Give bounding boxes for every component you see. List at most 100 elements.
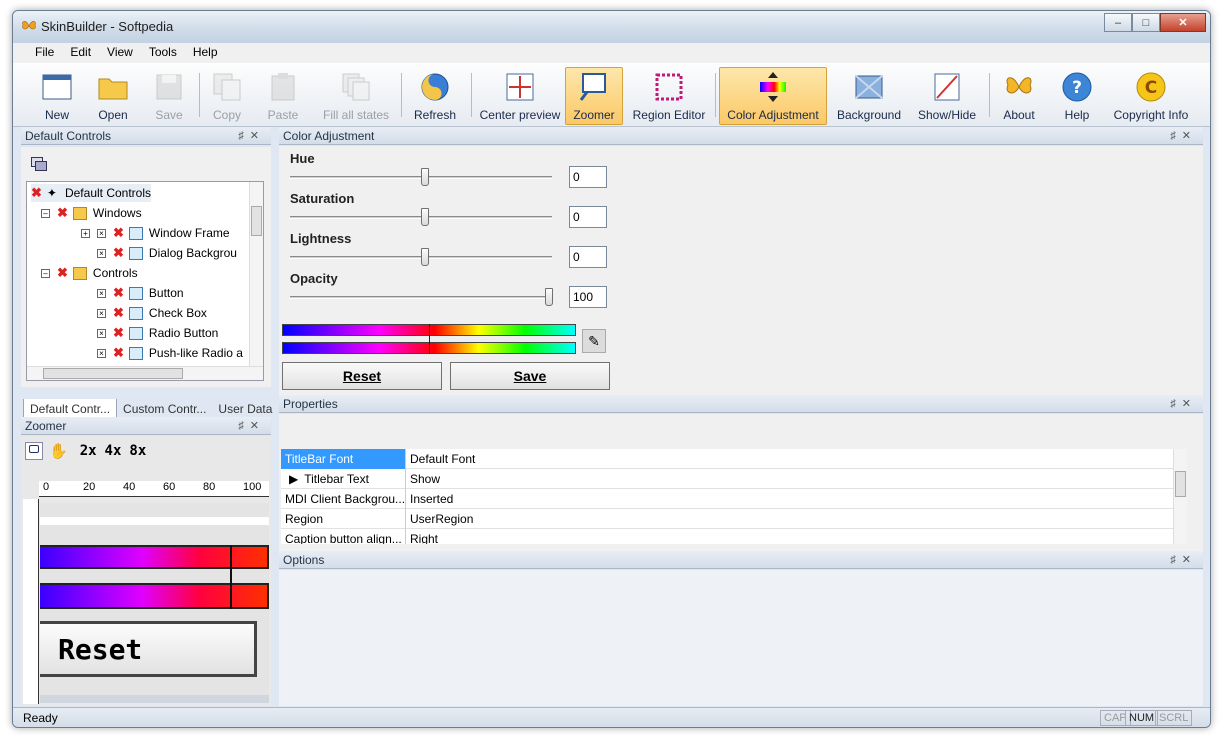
copyright-info-toolbar-button[interactable]: C Copyright Info [1109, 67, 1193, 125]
property-row[interactable]: MDI Client Backgrou... Inserted [281, 489, 1187, 509]
property-row[interactable]: Region UserRegion [281, 509, 1187, 529]
remove-x-icon[interactable]: ✖ [113, 245, 124, 261]
collapse-icon[interactable]: – [41, 208, 50, 218]
pin-close-icons[interactable]: ♯✕ [1170, 129, 1197, 142]
close-button[interactable]: ✕ [1160, 13, 1206, 32]
region-editor-toolbar-button[interactable]: Region Editor [627, 67, 711, 125]
fill-all-states-toolbar-button[interactable]: Fill all states [319, 67, 393, 125]
tree-toolbar-icon[interactable] [31, 157, 49, 173]
collapse-icon[interactable]: – [41, 268, 50, 278]
expand-icon[interactable]: + [81, 228, 90, 238]
tree-node[interactable]: × ✖ Dialog Backgrou [81, 244, 237, 262]
property-row[interactable]: ▶ Titlebar Text Show [281, 469, 1187, 489]
hue-slider-thumb[interactable] [421, 168, 429, 186]
center-preview-toolbar-button[interactable]: Center preview [477, 67, 563, 125]
zoom-level-8x[interactable]: 8x [129, 443, 146, 459]
property-row[interactable]: Caption button align... Right [281, 529, 1187, 544]
property-value[interactable]: Default Font [408, 449, 477, 469]
tree-node[interactable]: + × ✖ Window Frame [81, 224, 230, 242]
pin-close-icons[interactable]: ♯✕ [1170, 553, 1197, 566]
remove-x-icon[interactable]: ✖ [113, 285, 124, 301]
checkbox-icon[interactable]: × [97, 288, 106, 298]
property-value[interactable]: UserRegion [408, 509, 475, 529]
refresh-toolbar-button[interactable]: Refresh [407, 67, 463, 125]
remove-x-icon[interactable]: ✖ [57, 205, 68, 221]
paste-toolbar-button[interactable]: Paste [259, 67, 307, 125]
tree-vertical-scrollbar[interactable] [249, 182, 263, 368]
title-bar: SkinBuilder - Softpedia – □ ✕ [13, 11, 1210, 43]
lightness-input[interactable]: 0 [569, 246, 607, 268]
panel-title: Properties [283, 397, 338, 411]
copy-toolbar-button[interactable]: Copy [203, 67, 251, 125]
zoomer-canvas[interactable]: Reset [40, 503, 269, 703]
menu-edit[interactable]: Edit [62, 43, 99, 63]
opacity-slider-track[interactable] [290, 296, 552, 299]
tree-node[interactable]: – ✖ Windows [41, 204, 142, 222]
tree-node[interactable]: – ✖ Controls [41, 264, 138, 282]
hue-input[interactable]: 0 [569, 166, 607, 188]
remove-x-icon[interactable]: ✖ [57, 265, 68, 281]
tree-node[interactable]: × ✖ Push-like Radio a [81, 344, 243, 362]
properties-scrollbar[interactable] [1173, 449, 1187, 544]
control-type-icon [128, 246, 143, 260]
save-button[interactable]: Save [450, 362, 610, 390]
open-toolbar-button[interactable]: Open [91, 67, 135, 125]
tree-node[interactable]: × ✖ Radio Button [81, 324, 218, 342]
opacity-slider-thumb[interactable] [545, 288, 553, 306]
eyedropper-icon[interactable]: ✎ [582, 329, 606, 353]
checkbox-icon[interactable]: × [97, 228, 106, 238]
toolbar-button-label: Paste [267, 108, 299, 122]
checkbox-icon[interactable]: × [97, 348, 106, 358]
property-row[interactable]: TitleBar Font Default Font [281, 449, 1187, 469]
help-toolbar-button[interactable]: ? Help [1053, 67, 1101, 125]
tab-1[interactable]: Custom Contr... [117, 399, 212, 419]
tab-2[interactable]: User Data [212, 399, 278, 419]
tree-node[interactable]: × ✖ Button [81, 284, 184, 302]
property-value[interactable]: Show [408, 469, 442, 489]
remove-x-icon[interactable]: ✖ [113, 325, 124, 341]
color-adjustment-toolbar-button[interactable]: Color Adjustment [719, 67, 827, 125]
maximize-button[interactable]: □ [1132, 13, 1160, 32]
toolbar-button-label: Region Editor [632, 108, 706, 122]
checkbox-icon[interactable]: × [97, 308, 106, 318]
property-value[interactable]: Right [408, 529, 440, 544]
remove-x-icon[interactable]: ✖ [31, 185, 42, 201]
zoom-level-2x[interactable]: 2x [80, 443, 97, 459]
minimize-button[interactable]: – [1104, 13, 1132, 32]
zoomer-toolbar-button[interactable]: Zoomer [565, 67, 623, 125]
menu-tools[interactable]: Tools [141, 43, 185, 63]
tree-node[interactable]: ✖ ✦ Default Controls [31, 184, 152, 202]
property-value[interactable]: Inserted [408, 489, 455, 509]
saturation-slider-thumb[interactable] [421, 208, 429, 226]
tree-node[interactable]: × ✖ Check Box [81, 304, 207, 322]
menu-file[interactable]: File [27, 43, 62, 63]
save-toolbar-button[interactable]: Save [147, 67, 191, 125]
about-toolbar-button[interactable]: About [995, 67, 1043, 125]
controls-tree[interactable]: ✖ ✦ Default Controls – ✖ Windows + × ✖ Window Fra… [26, 181, 264, 381]
background-toolbar-button[interactable]: Background [835, 67, 903, 125]
expand-arrow-icon[interactable]: ▶ [289, 472, 298, 486]
show-hide-toolbar-button[interactable]: Show/Hide [913, 67, 981, 125]
properties-grid[interactable]: Caption button align... Right Region UserRe… [281, 449, 1187, 544]
tree-horizontal-scrollbar[interactable] [27, 366, 263, 380]
menu-view[interactable]: View [99, 43, 141, 63]
pin-close-icons[interactable]: ♯✕ [238, 419, 265, 432]
zoom-level-4x[interactable]: 4x [105, 443, 122, 459]
tree-node-label: Button [148, 286, 184, 300]
checkbox-icon[interactable]: × [97, 328, 106, 338]
opacity-input[interactable]: 100 [569, 286, 607, 308]
menu-help[interactable]: Help [185, 43, 226, 63]
zoom-magnifier-icon[interactable] [25, 442, 43, 460]
hand-pan-icon[interactable]: ✋ [49, 442, 68, 460]
reset-button[interactable]: Reset [282, 362, 442, 390]
remove-x-icon[interactable]: ✖ [113, 225, 124, 241]
saturation-input[interactable]: 0 [569, 206, 607, 228]
pin-close-icons[interactable]: ♯✕ [1170, 397, 1197, 410]
remove-x-icon[interactable]: ✖ [113, 345, 124, 361]
lightness-slider-thumb[interactable] [421, 248, 429, 266]
new-toolbar-button[interactable]: New [35, 67, 79, 125]
tab-0[interactable]: Default Contr... [23, 399, 118, 419]
checkbox-icon[interactable]: × [97, 248, 106, 258]
remove-x-icon[interactable]: ✖ [113, 305, 124, 321]
pin-close-icons[interactable]: ♯✕ [238, 129, 265, 142]
